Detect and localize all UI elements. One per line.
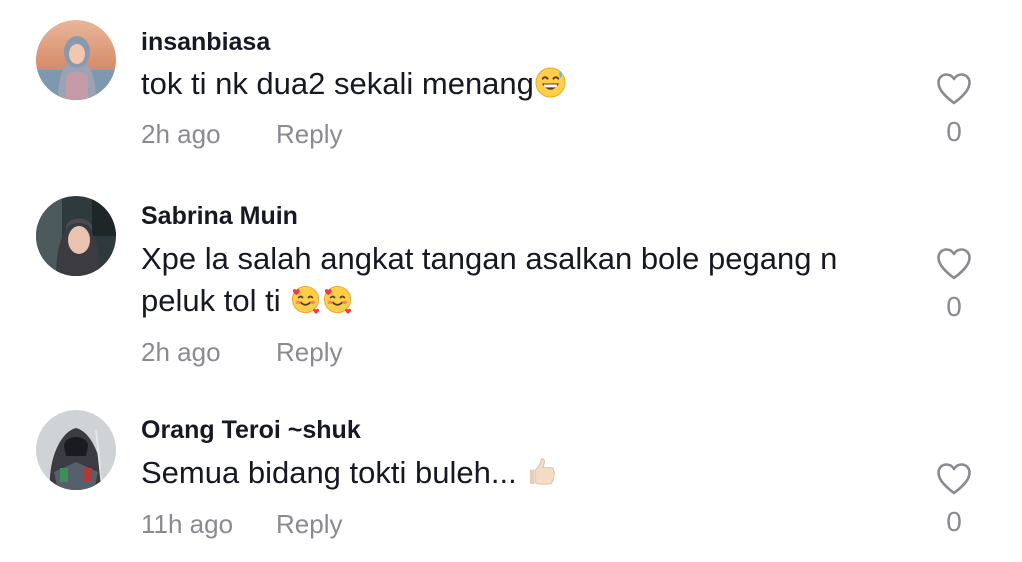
comment-text-line: peluk tol ti [141,280,901,322]
smiling-face-with-hearts-emoji [324,285,352,315]
thumbs-up-emoji [530,458,556,485]
reply-button[interactable]: Reply [276,119,342,150]
comment-username[interactable]: Sabrina Muin [141,202,298,231]
reply-button[interactable]: Reply [276,337,342,368]
comment-meta: 2h ago Reply [141,337,342,368]
like-button[interactable]: 0 [930,462,978,538]
comment-text: Xpe la salah angkat tangan asalkan bole … [141,238,901,322]
avatar[interactable] [36,20,116,100]
comment-meta: 11h ago Reply [141,509,342,540]
comment-text-line: Xpe la salah angkat tangan asalkan bole … [141,241,838,276]
like-button[interactable]: 0 [930,247,978,323]
like-count: 0 [946,116,962,147]
heart-outline-icon [937,248,971,280]
reply-button[interactable]: Reply [276,509,342,540]
avatar-image [36,20,116,100]
heart-outline-icon [937,463,971,495]
grinning-sweat-emoji [535,67,566,98]
comment-text-content: tok ti nk dua2 sekali menang [141,66,534,101]
comment-text-content: peluk tol ti [141,283,290,318]
like-count: 0 [946,291,962,322]
comment-timestamp: 2h ago [141,337,221,367]
heart-outline-icon [937,73,971,105]
avatar-image [36,410,116,490]
comment-timestamp: 2h ago [141,119,221,149]
comment-text: tok ti nk dua2 sekali menang [141,63,901,105]
avatar-image [36,196,116,276]
comment-username[interactable]: Orang Teroi ~shuk [141,416,361,445]
comment-text-content: Semua bidang tokti buleh... [141,455,526,490]
comment-meta: 2h ago Reply [141,119,342,150]
comment-text: Semua bidang tokti buleh... [141,452,901,494]
like-button[interactable]: 0 [930,72,978,148]
comment-username[interactable]: insanbiasa [141,28,270,57]
avatar[interactable] [36,410,116,490]
comment-timestamp: 11h ago [141,509,234,539]
avatar[interactable] [36,196,116,276]
smiling-face-with-hearts-emoji [292,285,320,315]
like-count: 0 [946,506,962,537]
